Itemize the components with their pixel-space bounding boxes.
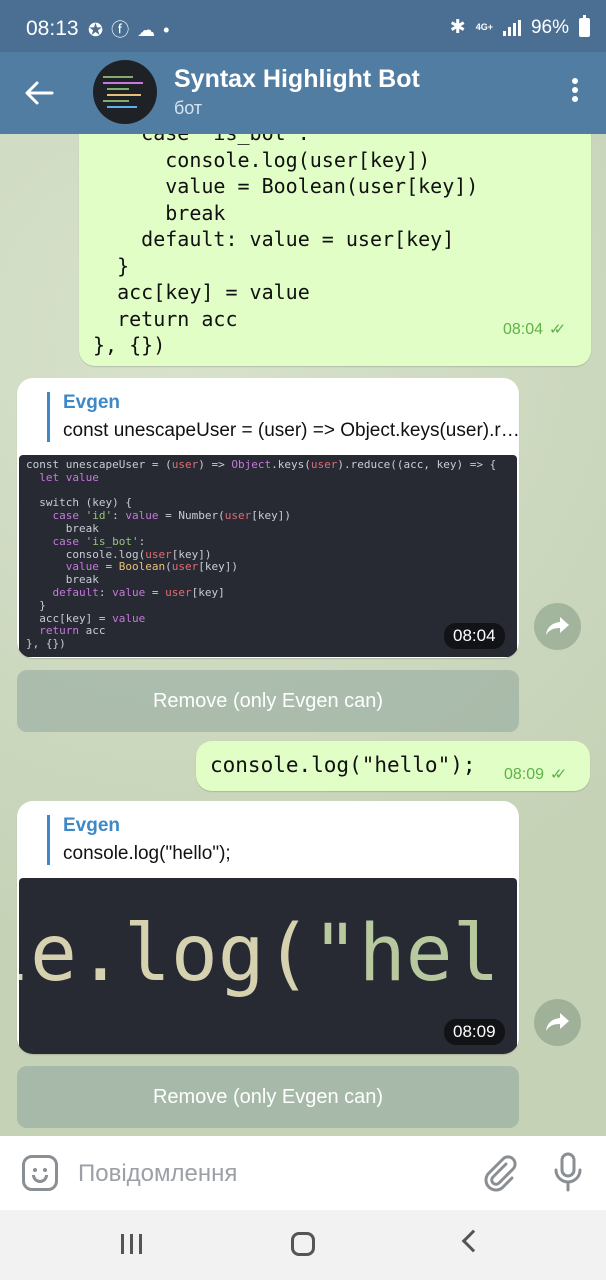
chat-subtitle: бот <box>174 98 203 118</box>
double-check-icon: ✓✓ <box>549 321 566 338</box>
highlighted-code-image[interactable]: const unescapeUser = (user) => Object.ke… <box>19 455 517 657</box>
highlighted-code-image[interactable]: le.log("hel <box>19 878 517 1054</box>
reply-preview[interactable]: Evgen console.log("hello"); <box>47 815 519 865</box>
status-bar: 08:13 ✪ⓕ☁• ✱ 4G+ 96% <box>0 0 606 52</box>
message-text: console.log("hello"); <box>210 753 476 777</box>
status-right: ✱ 4G+ 96% <box>449 15 590 39</box>
system-nav-bar <box>0 1210 606 1280</box>
notification-icons: ✪ⓕ☁• <box>88 20 178 40</box>
forward-icon[interactable] <box>534 603 581 650</box>
emoji-icon[interactable] <box>22 1155 58 1191</box>
incoming-message[interactable]: Evgen console.log("hello"); le.log("hel … <box>17 801 519 1054</box>
recent-apps-icon[interactable] <box>121 1234 142 1254</box>
remove-button[interactable]: Remove (only Evgen can) <box>17 1066 519 1128</box>
network-type: 4G+ <box>475 22 493 32</box>
incoming-message[interactable]: Evgen const unescapeUser = (user) => Obj… <box>17 378 519 658</box>
bot-avatar[interactable] <box>93 60 157 124</box>
outgoing-message[interactable]: case 'is_bot': console.log(user[key]) va… <box>79 134 591 366</box>
attach-icon[interactable] <box>482 1154 518 1194</box>
battery-percent: 96% <box>530 16 569 38</box>
message-composer <box>0 1136 606 1210</box>
message-time: 08:09 ✓✓ <box>504 766 567 783</box>
nav-back-icon[interactable] <box>461 1229 485 1253</box>
status-time: 08:13 <box>26 17 79 40</box>
more-vert-icon[interactable] <box>570 78 580 108</box>
reply-author: Evgen <box>63 815 121 836</box>
reply-author: Evgen <box>63 392 121 413</box>
reply-text: const unescapeUser = (user) => Object.ke… <box>63 420 519 441</box>
message-time: 08:04 <box>444 623 505 649</box>
back-arrow-icon[interactable] <box>22 76 56 110</box>
battery-icon <box>579 15 590 37</box>
outgoing-message[interactable]: console.log("hello"); 08:09 ✓✓ <box>196 741 590 791</box>
home-icon[interactable] <box>291 1232 315 1256</box>
bluetooth-icon: ✱ <box>449 17 466 38</box>
chat-title[interactable]: Syntax Highlight Bot <box>174 65 420 94</box>
message-time: 08:04 ✓✓ <box>503 321 566 338</box>
forward-icon[interactable] <box>534 999 581 1046</box>
remove-button[interactable]: Remove (only Evgen can) <box>17 670 519 732</box>
signal-icon <box>502 19 521 36</box>
message-text: case 'is_bot': console.log(user[key]) va… <box>93 134 479 357</box>
reply-preview[interactable]: Evgen const unescapeUser = (user) => Obj… <box>47 392 519 442</box>
message-time: 08:09 <box>444 1019 505 1045</box>
chat-header: Syntax Highlight Bot бот <box>0 52 606 134</box>
message-list[interactable]: case 'is_bot': console.log(user[key]) va… <box>0 134 606 1136</box>
message-input[interactable] <box>78 1154 458 1194</box>
mic-icon[interactable] <box>552 1152 584 1194</box>
reply-text: console.log("hello"); <box>63 843 231 864</box>
double-check-icon: ✓✓ <box>550 766 567 783</box>
